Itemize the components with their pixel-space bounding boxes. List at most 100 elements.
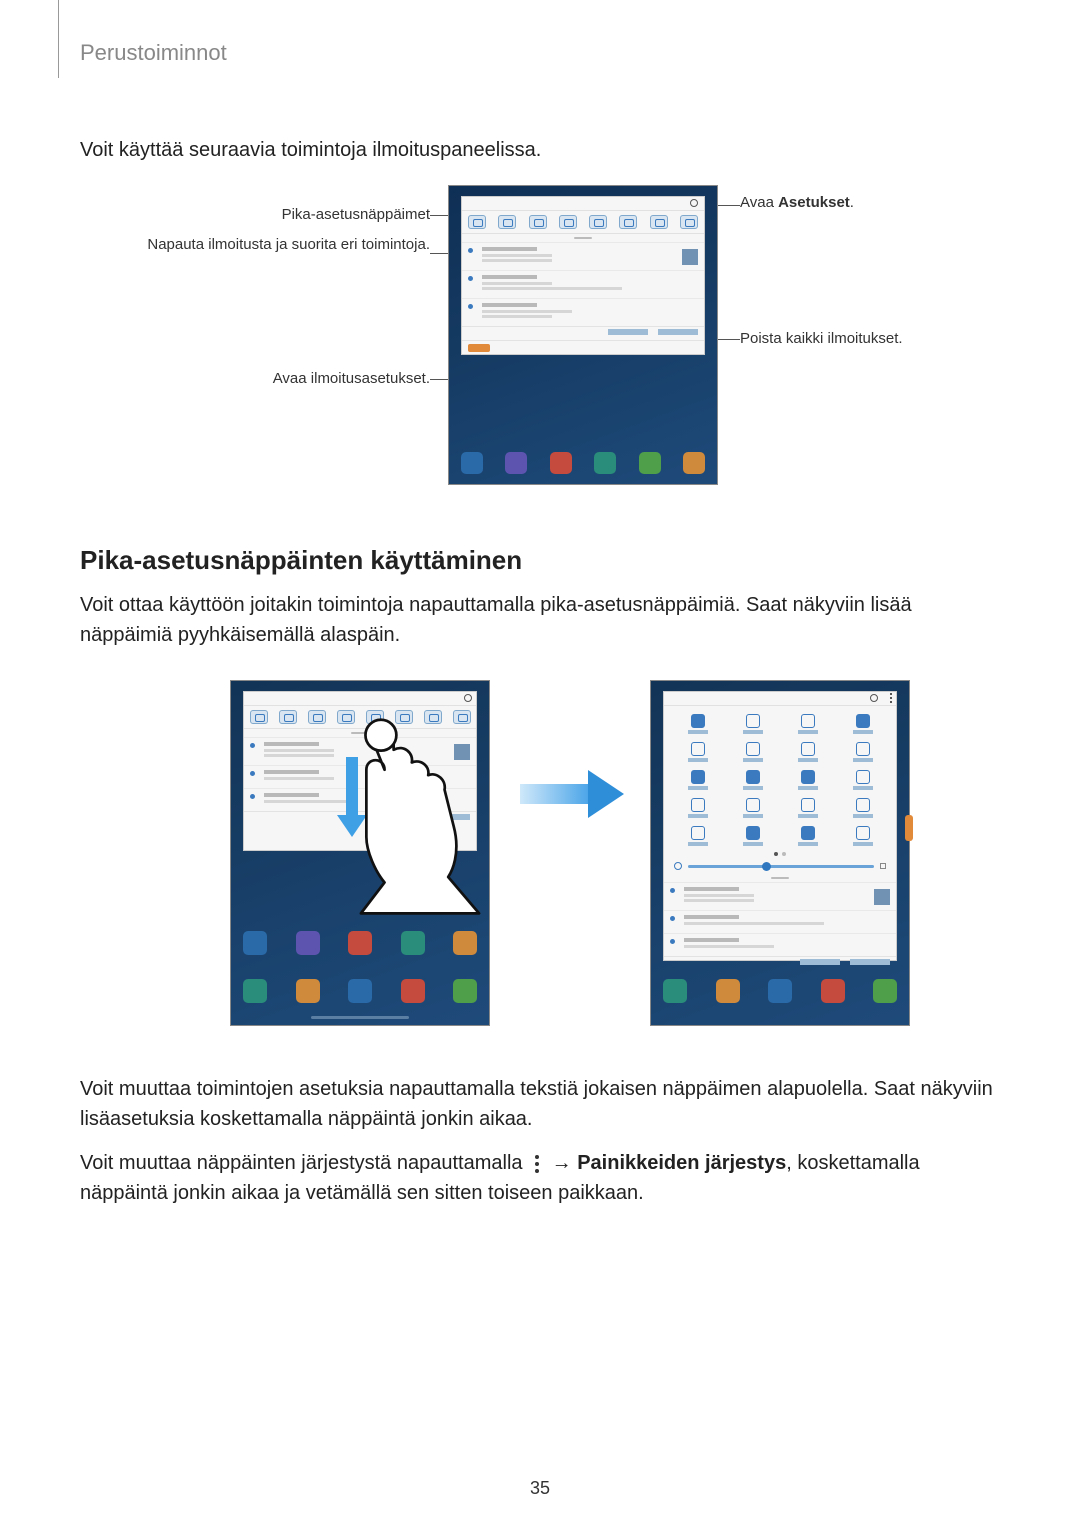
- dock-app-icon: [768, 979, 792, 1003]
- notification-panel: [461, 196, 705, 355]
- swipe-down-figure: [80, 680, 1000, 1060]
- quick-setting-toggle: [589, 215, 607, 229]
- notification-settings-badge-row: [462, 340, 704, 354]
- brightness-icon: [674, 862, 682, 870]
- dock-app-icon: [716, 979, 740, 1003]
- quick-setting-toggle: [680, 215, 698, 229]
- quick-setting-cell: [784, 826, 831, 846]
- notification-text-placeholder: [264, 749, 334, 752]
- notification-text-placeholder: [684, 945, 774, 948]
- gear-icon: [690, 199, 698, 207]
- notification-title-placeholder: [684, 915, 739, 919]
- quick-setting-cell: [839, 798, 886, 818]
- callout-open-settings: Avaa Asetukset.: [740, 193, 1000, 213]
- notification-title-placeholder: [482, 303, 537, 307]
- brightness-slider-row: [664, 858, 896, 874]
- dock-app-icon: [639, 452, 661, 474]
- page-indicator: [664, 850, 896, 858]
- para3-bold: Painikkeiden järjestys: [577, 1152, 786, 1174]
- panel-drag-handle: [244, 729, 476, 737]
- quick-setting-cell: [784, 770, 831, 790]
- quick-setting-cell: [839, 742, 886, 762]
- app-dock: [663, 979, 897, 1003]
- dock-app-icon: [243, 979, 267, 1003]
- callout-clear-all: Poista kaikki ilmoitukset.: [740, 329, 1020, 349]
- notification-item: [462, 298, 704, 326]
- notification-action-row: [462, 326, 704, 340]
- dock-app-icon: [873, 979, 897, 1003]
- status-bar: [244, 692, 476, 706]
- dock-app-icon: [505, 452, 527, 474]
- notification-title-placeholder: [264, 742, 319, 746]
- notification-action-button: [658, 329, 698, 335]
- notification-title-placeholder: [264, 770, 319, 774]
- quick-setting-cell: [729, 742, 776, 762]
- page-number: 35: [530, 1478, 550, 1499]
- notification-item: [664, 933, 896, 956]
- notification-action-button: [800, 959, 840, 965]
- dock-app-icon: [453, 931, 477, 955]
- callout-quick-settings-buttons: Pika-asetusnäppäimet: [170, 205, 430, 225]
- quick-setting-toggle: [529, 215, 547, 229]
- overflow-menu-icon: [530, 1154, 544, 1174]
- quick-setting-toggle: [337, 710, 355, 724]
- dock-app-icon: [821, 979, 845, 1003]
- notification-text-placeholder: [482, 315, 552, 318]
- quick-setting-cell: [674, 770, 721, 790]
- notification-text-placeholder: [482, 282, 552, 285]
- callout-open-notification-settings: Avaa ilmoitusasetukset.: [160, 369, 430, 389]
- notification-text-placeholder: [264, 777, 334, 780]
- quick-setting-cell: [729, 798, 776, 818]
- quick-setting-toggle: [366, 710, 384, 724]
- notification-thumbnail: [682, 249, 698, 265]
- running-header: Perustoiminnot: [80, 0, 1000, 66]
- notification-app-icon: [250, 743, 255, 748]
- quick-setting-toggle: [395, 710, 413, 724]
- notification-action-button: [380, 814, 420, 820]
- dock-app-icon: [296, 979, 320, 1003]
- callout-open-settings-bold: Asetukset: [778, 194, 850, 211]
- para3-pre: Voit muuttaa näppäinten järjestystä napa…: [80, 1152, 528, 1174]
- app-dock: [461, 452, 705, 474]
- dock-app-icon: [348, 979, 372, 1003]
- quick-setting-toggle: [468, 215, 486, 229]
- auto-brightness-toggle: [880, 863, 886, 869]
- notification-item: [664, 882, 896, 910]
- panel-drag-handle: [664, 874, 896, 882]
- notification-thumbnail: [454, 744, 470, 760]
- notification-text-placeholder: [482, 259, 552, 262]
- notification-item: [664, 910, 896, 933]
- section-heading: Pika-asetusnäppäinten käyttäminen: [80, 545, 1000, 576]
- quick-setting-cell: [674, 742, 721, 762]
- dock-app-icon: [348, 931, 372, 955]
- notification-title-placeholder: [482, 247, 537, 251]
- quick-setting-cell: [729, 770, 776, 790]
- section-para-3: Voit muuttaa näppäinten järjestystä napa…: [80, 1148, 1000, 1208]
- notification-text-placeholder: [482, 310, 572, 313]
- notification-app-icon: [468, 276, 473, 281]
- nav-bar-indicator: [311, 1016, 409, 1019]
- section-para-2: Voit muuttaa toimintojen asetuksia napau…: [80, 1074, 1000, 1134]
- dock-app-icon: [663, 979, 687, 1003]
- quick-setting-toggle: [619, 215, 637, 229]
- notification-action-button: [608, 329, 648, 335]
- notification-app-icon: [670, 939, 675, 944]
- brightness-slider: [688, 865, 874, 868]
- notification-title-placeholder: [482, 275, 537, 279]
- notification-action-row: [664, 956, 896, 970]
- quick-setting-toggle: [308, 710, 326, 724]
- dock-app-icon: [453, 979, 477, 1003]
- dock-app-icon: [550, 452, 572, 474]
- quick-setting-toggle: [424, 710, 442, 724]
- quick-setting-toggle: [279, 710, 297, 724]
- notification-text-placeholder: [684, 899, 754, 902]
- quick-setting-cell: [674, 798, 721, 818]
- notification-title-placeholder: [264, 793, 319, 797]
- notification-thumbnail: [874, 889, 890, 905]
- intro-text: Voit käyttää seuraavia toimintoja ilmoit…: [80, 136, 1000, 165]
- notification-text-placeholder: [684, 922, 824, 925]
- quick-setting-toggle: [453, 710, 471, 724]
- gear-icon: [464, 694, 472, 702]
- quick-setting-cell: [674, 826, 721, 846]
- quick-settings-row: [462, 211, 704, 234]
